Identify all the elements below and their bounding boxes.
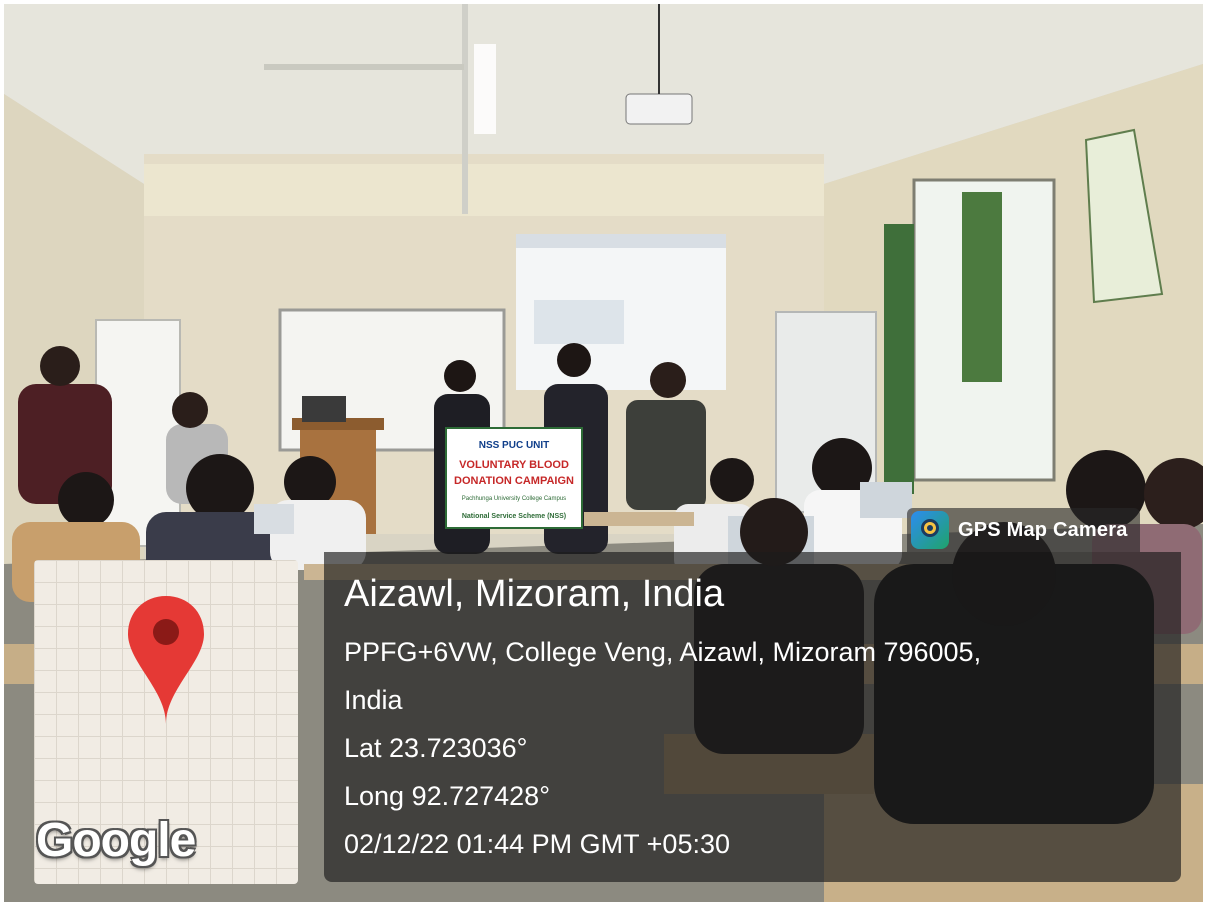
banner-line2: VOLUNTARY BLOOD <box>459 459 569 471</box>
timestamp: 02/12/22 01:44 PM GMT +05:30 <box>344 829 731 859</box>
map-thumbnail: Google <box>34 560 298 884</box>
map-pin-icon <box>128 596 204 724</box>
banner-line4: Pachhunga University College Campus <box>462 496 566 502</box>
address-line-2: India <box>344 685 403 715</box>
location-info: Aizawl, Mizoram, India PPFG+6VW, College… <box>344 570 1164 868</box>
google-logo: Google <box>36 814 196 867</box>
banner-line1: NSS PUC UNIT <box>479 440 550 451</box>
app-name: GPS Map Camera <box>958 518 1128 541</box>
gps-app-badge: GPS Map Camera <box>907 508 1140 552</box>
banner-line5: National Service Scheme (NSS) <box>462 513 566 520</box>
location-city: Aizawl, Mizoram, India <box>344 573 725 615</box>
address-line-1: PPFG+6VW, College Veng, Aizawl, Mizoram … <box>344 637 982 667</box>
longitude: Long 92.727428° <box>344 781 550 811</box>
photo-frame: NSS PUC UNIT VOLUNTARY BLOOD DONATION CA… <box>4 4 1203 902</box>
latitude: Lat 23.723036° <box>344 733 528 763</box>
gps-map-camera-icon <box>911 511 949 549</box>
banner-line3: DONATION CAMPAIGN <box>454 475 574 487</box>
